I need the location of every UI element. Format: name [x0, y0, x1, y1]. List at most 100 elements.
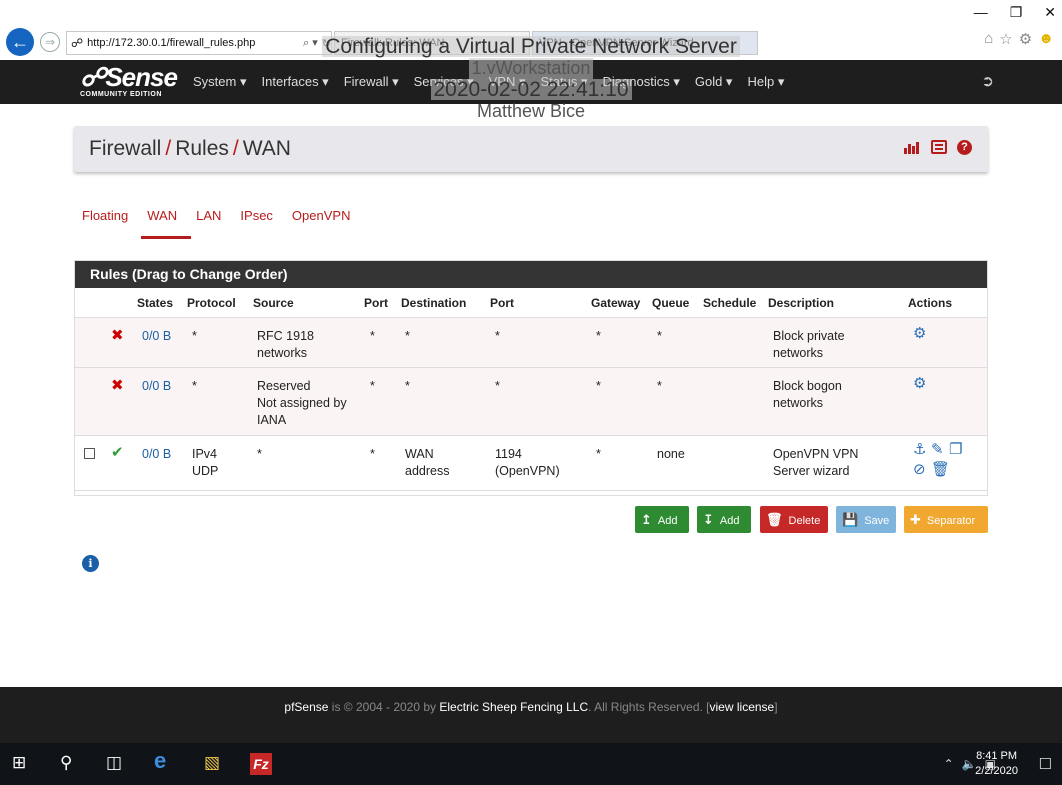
states-link[interactable]: 0/0 B — [142, 378, 171, 395]
taskbar-clock[interactable]: 8:41 PM 2/2/2020 — [975, 749, 1018, 779]
pfsense-logo[interactable]: ☍Sense COMMUNITY EDITION — [80, 62, 178, 99]
tab-wan[interactable]: WAN — [147, 208, 177, 227]
disable-icon[interactable]: ⊘ — [913, 461, 926, 478]
dest-port-cell: (OpenVPN) — [495, 464, 560, 478]
col-queue: Queue — [652, 296, 690, 310]
protocol-cell: * — [192, 379, 197, 393]
delete-button[interactable]: 🗑 Delete — [760, 506, 828, 533]
smiley-icon[interactable]: ☻ — [1038, 30, 1054, 48]
file-explorer-icon[interactable]: ▧ — [204, 753, 220, 773]
minimize-icon[interactable]: — — [974, 4, 988, 21]
internet-explorer-icon[interactable]: e — [154, 748, 166, 774]
help-icon[interactable]: ? — [957, 140, 972, 155]
home-icon[interactable]: ⌂ — [984, 30, 993, 48]
queue-cell: * — [657, 379, 662, 393]
info-icon[interactable]: i — [82, 555, 99, 572]
breadcrumb-rules[interactable]: Rules — [175, 137, 229, 160]
tab-lan[interactable]: LAN — [196, 208, 221, 227]
notifications-icon[interactable]: ☐ — [1039, 755, 1052, 773]
row-select-checkbox[interactable] — [84, 447, 95, 464]
rules-panel: Rules (Drag to Change Order) States Prot… — [74, 260, 988, 496]
pfsense-favicon-icon: ☍ — [71, 36, 84, 50]
menu-interfaces[interactable]: Interfaces ▾ — [261, 74, 328, 90]
browser-toolbar: ⌂ ☆ ⚙ ☻ — [984, 30, 1054, 48]
filezilla-icon[interactable]: Fz — [250, 753, 272, 775]
overlay-user: Matthew Bice — [476, 101, 586, 121]
menu-system[interactable]: System ▾ — [193, 74, 246, 90]
cog-icon[interactable]: ⚙ — [913, 375, 926, 392]
gear-icon[interactable]: ⚙ — [1019, 30, 1032, 48]
col-protocol: Protocol — [187, 296, 236, 310]
breadcrumb: Firewall / Rules / WAN — [89, 137, 291, 161]
back-button[interactable]: ← — [6, 28, 34, 56]
add-bottom-button[interactable]: ↧ Add — [697, 506, 751, 533]
save-label: Save — [864, 515, 890, 527]
menu-status[interactable]: Status ▾ — [541, 74, 588, 90]
arrow-up-icon: ↥ — [641, 512, 652, 527]
add-top-button[interactable]: ↥ Add — [635, 506, 689, 533]
copy-icon[interactable]: ❐ — [949, 441, 962, 458]
source-port-cell: * — [370, 447, 375, 461]
table-row[interactable]: ✖ 0/0 B * Reserved Not assigned by IANA … — [75, 368, 987, 436]
logo-text: Sense — [105, 62, 178, 92]
edit-pencil-icon[interactable]: ✎ — [931, 441, 944, 458]
logo-subtitle: COMMUNITY EDITION — [80, 91, 162, 98]
description-cell: Block bogon — [773, 379, 842, 393]
browser-tab-vpn[interactable]: VPN - OpenVPN Server Wizard — [532, 31, 758, 55]
browser-chrome: ← ⇒ ☍ http://172.30.0.1/firewall_rules.p… — [0, 0, 1062, 60]
logout-icon[interactable]: ➲ — [981, 72, 994, 90]
log-list-icon[interactable] — [931, 140, 947, 154]
chart-icon[interactable] — [903, 140, 921, 154]
menu-diagnostics[interactable]: Diagnostics ▾ — [603, 74, 680, 90]
destination-cell: * — [405, 379, 410, 393]
states-link[interactable]: 0/0 B — [142, 328, 171, 345]
refresh-icon[interactable]: ↻ — [322, 37, 331, 50]
tab-ipsec[interactable]: IPsec — [240, 208, 273, 227]
menu-vpn[interactable]: VPN ▾ — [489, 74, 526, 90]
states-link[interactable]: 0/0 B — [142, 446, 171, 463]
protocol-cell: IPv4 — [192, 447, 218, 461]
menu-firewall[interactable]: Firewall ▾ — [344, 74, 399, 90]
menu-gold[interactable]: Gold ▾ — [695, 74, 733, 90]
separator-label: Separator — [926, 515, 976, 527]
description-cell: OpenVPN VPN — [773, 447, 859, 461]
close-icon[interactable]: ✕ — [1044, 4, 1056, 21]
star-icon[interactable]: ☆ — [999, 30, 1012, 48]
page-header: Firewall / Rules / WAN ? — [74, 126, 988, 172]
windows-start-icon[interactable]: ⊞ — [12, 753, 26, 773]
col-schedule: Schedule — [703, 296, 757, 310]
footer-company-link[interactable]: Electric Sheep Fencing LLC — [439, 700, 588, 714]
add-top-label: Add — [657, 515, 678, 527]
col-states: States — [137, 296, 174, 310]
trash-icon[interactable]: 🗑 — [931, 461, 950, 478]
forward-button[interactable]: ⇒ — [40, 32, 60, 52]
browser-tab-firewall[interactable]: Firewall: Rules: WAN — [334, 31, 530, 55]
breadcrumb-firewall[interactable]: Firewall — [89, 137, 161, 160]
trash-icon: 🗑 — [766, 512, 783, 527]
col-source-port: Port — [364, 296, 388, 310]
footer-license-link[interactable]: view license — [710, 700, 775, 714]
search-icon[interactable]: ⚲ — [60, 753, 72, 773]
chevron-up-icon[interactable]: ⌃ — [944, 757, 954, 771]
separator-button[interactable]: ✚ Separator — [904, 506, 988, 533]
task-view-icon[interactable]: ◫ — [106, 753, 122, 773]
tab-openvpn[interactable]: OpenVPN — [292, 208, 351, 227]
save-button[interactable]: 💾 Save — [836, 506, 896, 533]
menu-help[interactable]: Help ▾ — [747, 74, 784, 90]
menu-services[interactable]: Services ▾ — [414, 74, 474, 90]
footer-text: is © 2004 - 2020 by — [328, 700, 440, 714]
interface-tabs: Floating WAN LAN IPsec OpenVPN — [82, 208, 350, 227]
anchor-icon[interactable]: ⚓ — [913, 441, 926, 458]
delete-label: Delete — [788, 515, 821, 527]
table-row[interactable]: ✔ 0/0 B IPv4 UDP * * WAN address 1194 (O… — [75, 436, 987, 491]
search-dropdown-icon[interactable]: ⌕ ▾ — [303, 36, 318, 50]
dest-port-cell: 1194 — [495, 447, 522, 461]
cog-icon[interactable]: ⚙ — [913, 325, 926, 342]
restore-icon[interactable]: ❐ — [1010, 4, 1023, 21]
footer-text: ] — [774, 700, 778, 714]
tab-floating[interactable]: Floating — [82, 208, 128, 227]
breadcrumb-wan: WAN — [242, 137, 291, 160]
address-bar[interactable]: ☍ http://172.30.0.1/firewall_rules.php ⌕… — [66, 31, 332, 55]
table-row[interactable]: ✖ 0/0 B * RFC 1918 networks * * * * * Bl… — [75, 318, 987, 368]
protocol-cell: * — [192, 329, 197, 343]
